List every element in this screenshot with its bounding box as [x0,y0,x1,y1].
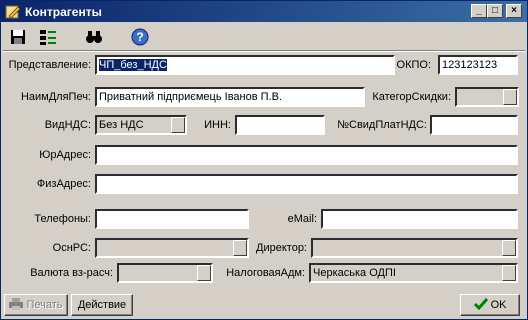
contractors-window: Контрагенты _ □ × ? Представление: ЧП_бе… [0,0,528,320]
tree-icon[interactable] [37,26,59,48]
main-account-label: ОснРС: [52,242,91,254]
print-name-label: НаимДляПеч: [20,91,91,103]
print-button[interactable]: Печать [4,294,68,316]
window-title: Контрагенты [25,5,102,19]
maximize-button[interactable]: □ [487,4,503,18]
action-button[interactable]: Действие [71,294,133,316]
help-icon[interactable]: ? [129,26,151,48]
save-icon[interactable] [7,26,29,48]
vat-type-dropdown[interactable]: Без НДС [95,115,187,135]
binoculars-icon[interactable] [83,26,105,48]
print-name-field[interactable]: Приватний підприємець Іванов П.В. [95,87,365,107]
printer-icon [9,298,24,310]
checkmark-icon [473,298,488,311]
settlement-currency-dropdown[interactable] [117,263,213,283]
discount-category-dropdown[interactable] [455,87,519,107]
legal-address-field[interactable] [95,145,518,165]
okpo-field[interactable]: 123123123 [438,55,518,75]
director-label: Директор: [256,242,307,254]
email-label: eMail: [287,213,317,225]
phones-field[interactable] [95,209,249,229]
representation-label: Представление: [8,59,91,71]
dropdown-button[interactable] [503,89,517,105]
vat-cert-label: №СвидПлатНДС: [337,119,427,131]
representation-field[interactable]: ЧП_без_НДС [95,55,395,75]
settlement-currency-label: Валюта вз-расч: [30,267,113,279]
physical-address-label: ФизАдрес: [36,178,91,190]
print-button-label: Печать [26,299,63,311]
phones-label: Телефоны: [34,213,91,225]
tax-admin-dropdown[interactable]: Черкаська ОДПІ [309,263,518,283]
app-pen-icon [5,5,21,19]
vat-type-label: ВидНДС: [44,119,91,131]
physical-address-field[interactable] [95,174,518,194]
dropdown-button[interactable] [233,240,247,256]
title-bar[interactable]: Контрагенты _ □ × [1,1,527,22]
email-field[interactable] [321,209,518,229]
director-dropdown[interactable] [311,238,518,258]
minimize-button[interactable]: _ [471,4,487,18]
close-button[interactable]: × [506,4,522,18]
dropdown-button[interactable] [502,265,516,281]
dropdown-button[interactable] [171,117,185,133]
inn-label: ИНН: [204,119,231,131]
legal-address-label: ЮрАдрес: [39,149,91,161]
svg-text:?: ? [136,30,143,44]
toolbar: ? [3,24,525,50]
ok-button[interactable]: OK [460,294,520,316]
inn-field[interactable] [235,115,325,135]
dropdown-button[interactable] [502,240,516,256]
ok-button-label: OK [490,299,507,311]
main-account-dropdown[interactable] [95,238,249,258]
dropdown-button[interactable] [197,265,211,281]
tax-admin-label: НалоговаяАдм: [226,267,305,279]
action-button-label: Действие [77,299,127,311]
toolbar-separator [3,50,525,52]
vat-cert-field[interactable] [430,115,518,135]
discount-category-label: КатегорСкидки: [372,91,451,103]
okpo-label: ОКПО: [396,59,431,71]
